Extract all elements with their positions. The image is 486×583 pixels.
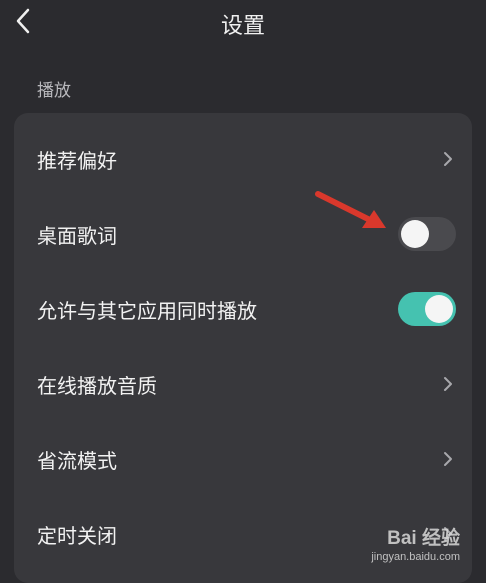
row-online-quality[interactable]: 在线播放音质 [14,346,472,422]
page-title: 设置 [220,14,265,39]
row-label: 桌面歌词 [37,223,117,248]
simultaneous-playback-toggle[interactable] [398,292,456,326]
row-label: 省流模式 [37,448,117,473]
header: 设置 [0,0,486,46]
desktop-lyrics-toggle[interactable] [398,217,456,251]
row-desktop-lyrics: 桌面歌词 [14,196,472,272]
row-label: 推荐偏好 [37,148,117,173]
annotation-arrow-icon [315,191,386,228]
watermark-url: jingyan.baidu.com [371,551,460,563]
chevron-right-icon [442,151,454,167]
row-recommend-preference[interactable]: 推荐偏好 [14,121,472,197]
toggle-knob [425,295,453,323]
watermark-logo: Bai 经验 [387,528,460,549]
toggle-knob [401,220,429,248]
section-label-playback: 播放 [37,81,71,101]
row-label: 定时关闭 [37,523,117,548]
chevron-right-icon [442,451,454,467]
row-data-saver[interactable]: 省流模式 [14,421,472,497]
row-label: 在线播放音质 [37,373,157,398]
watermark: Bai 经验 jingyan.baidu.com [371,523,460,563]
chevron-right-icon [442,376,454,392]
row-label: 允许与其它应用同时播放 [37,298,257,323]
row-allow-simultaneous-playback: 允许与其它应用同时播放 [14,271,472,347]
